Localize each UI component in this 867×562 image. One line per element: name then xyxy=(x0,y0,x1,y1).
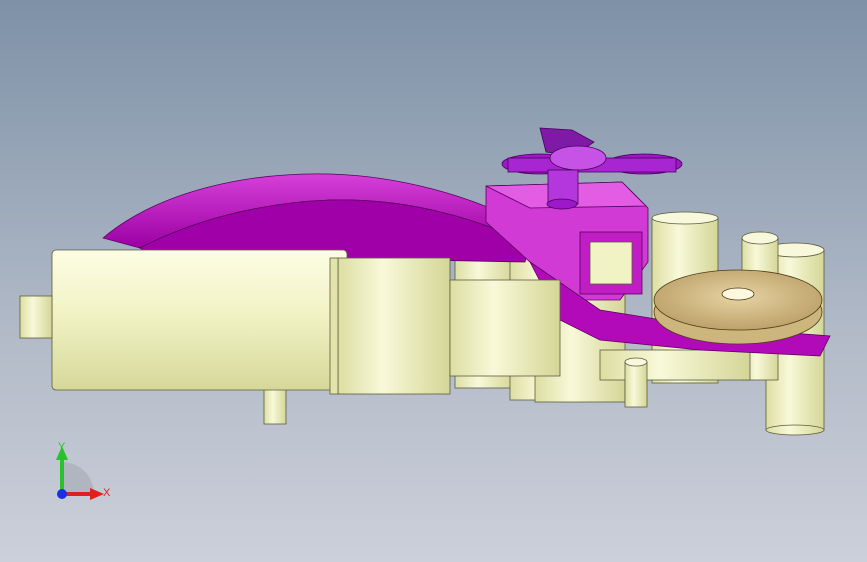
coordinate-triad: Y X xyxy=(44,438,124,512)
x-axis-label: X xyxy=(103,487,111,499)
assembly-model[interactable] xyxy=(0,0,867,562)
gear-detail-box xyxy=(589,241,633,285)
pulley-disc[interactable] xyxy=(653,269,823,345)
cad-viewport[interactable]: Y X xyxy=(0,0,867,562)
y-axis-label: Y xyxy=(58,441,66,453)
